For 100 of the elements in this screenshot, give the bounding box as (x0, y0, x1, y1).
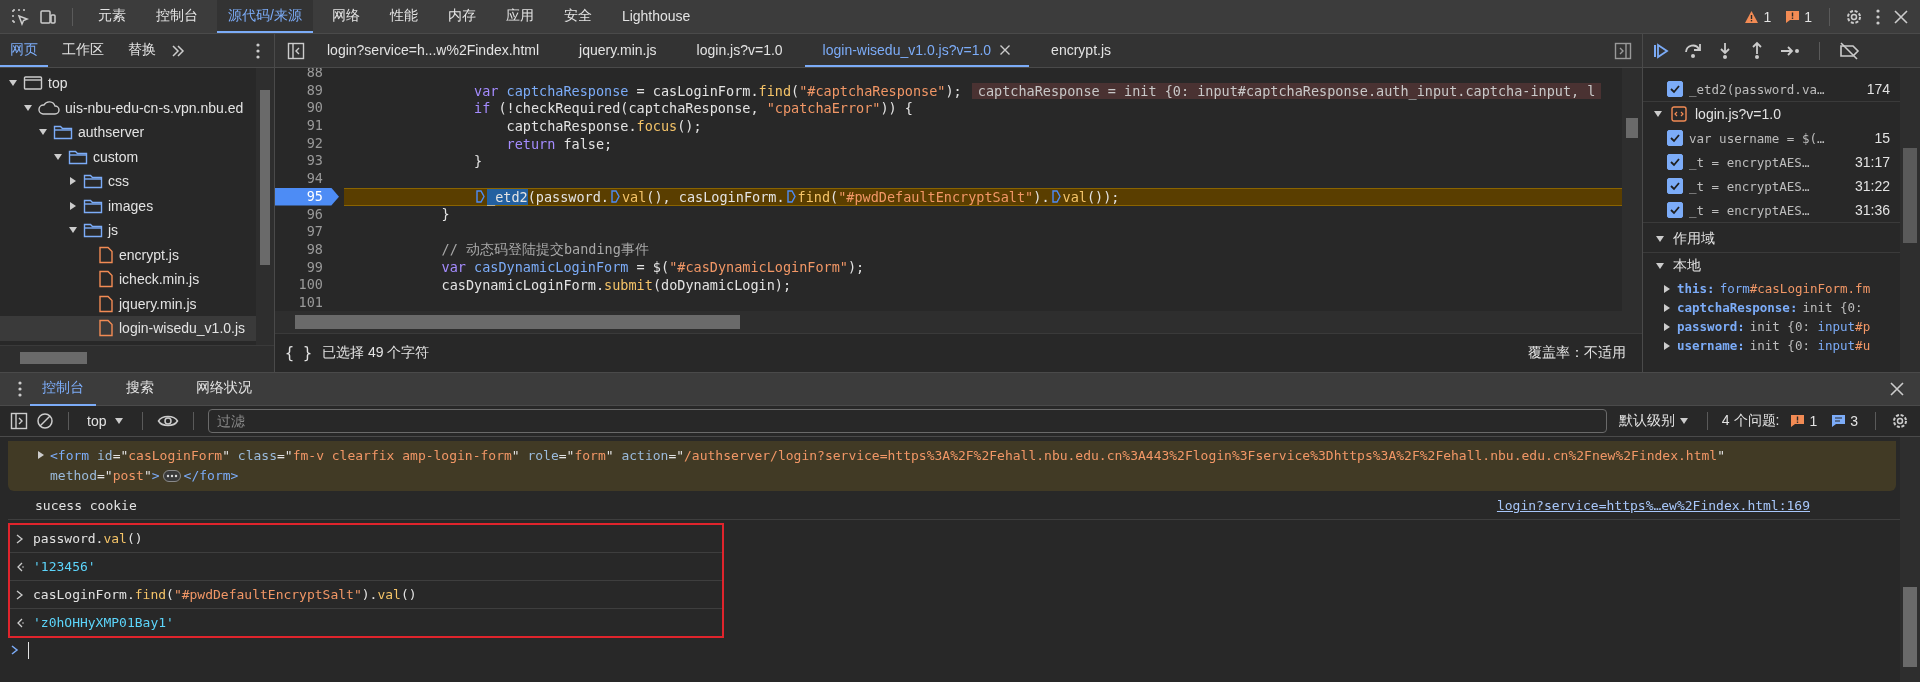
expanded-arrow-icon[interactable] (23, 102, 33, 113)
file-tree-item[interactable]: top (0, 71, 256, 96)
panel-tab[interactable]: 内存 (436, 0, 487, 33)
close-icon[interactable] (1888, 380, 1906, 398)
vertical-scrollbar[interactable] (1900, 437, 1920, 682)
file-tree-item[interactable]: login-wisedu_v1.0.js (0, 316, 256, 341)
more-tabs-icon[interactable] (170, 42, 186, 59)
sidebar-toggle-icon[interactable] (287, 41, 305, 60)
file-tree-item[interactable]: encrypt.js (0, 242, 256, 267)
breakpoint-checkbox[interactable] (1667, 130, 1683, 146)
breakpoint-checkbox[interactable] (1667, 154, 1683, 170)
horizontal-scrollbar[interactable] (0, 345, 274, 372)
line-number[interactable]: 96 (275, 205, 339, 224)
breakpoint-marker-icon[interactable] (476, 190, 486, 204)
line-number[interactable]: 90 (275, 99, 339, 118)
ellipsis-icon[interactable] (162, 470, 181, 482)
file-tree-item[interactable]: icheck.min.js (0, 267, 256, 292)
collapsed-arrow-icon[interactable] (1663, 321, 1672, 332)
filter-field[interactable]: 过滤 (208, 409, 1607, 433)
line-number[interactable]: 100 (275, 276, 339, 294)
line-number[interactable]: 93 (275, 152, 339, 171)
context-dropdown[interactable]: top (83, 413, 129, 429)
file-tree-item[interactable]: custom (0, 144, 256, 169)
close-icon[interactable] (1892, 7, 1910, 26)
navigator-tab[interactable]: 网页 (0, 34, 48, 67)
line-number[interactable]: 91 (275, 117, 339, 135)
collapsed-arrow-icon[interactable] (1663, 340, 1672, 351)
line-number[interactable]: 94 (275, 170, 339, 188)
sidebar-toggle-icon[interactable] (10, 412, 28, 430)
vertical-scrollbar[interactable] (256, 68, 274, 345)
panel-tab[interactable]: 应用 (494, 0, 545, 33)
expanded-arrow-icon[interactable] (1655, 234, 1665, 244)
expanded-arrow-icon[interactable] (1653, 109, 1663, 119)
scope-group-header[interactable]: 本地 (1643, 253, 1900, 279)
result-arrow-icon (15, 616, 25, 629)
settings-icon[interactable] (1890, 411, 1910, 431)
close-icon[interactable] (999, 43, 1012, 56)
file-tab[interactable]: login.js?v=1.0 (678, 34, 801, 67)
file-tree-label: js (108, 222, 119, 239)
pretty-print-button[interactable]: { } (285, 344, 313, 362)
issues-button[interactable]: 1 (1782, 8, 1815, 25)
breakpoint-marker-icon[interactable] (1051, 190, 1061, 204)
drawer-tab[interactable]: 控制台 (30, 372, 96, 406)
line-number[interactable]: 89 (275, 81, 339, 100)
panel-tab[interactable]: 控制台 (145, 0, 209, 33)
file-tree-item[interactable]: jquery.min.js (0, 291, 256, 316)
file-tab[interactable]: jquery.min.js (561, 34, 675, 67)
collapsed-arrow-icon[interactable] (68, 176, 78, 187)
navigator-tab[interactable]: 替换 (118, 34, 166, 67)
vertical-scrollbar[interactable] (1900, 68, 1920, 372)
collapsed-arrow-icon[interactable] (68, 200, 78, 211)
breakpoint-checkbox[interactable] (1667, 202, 1683, 218)
issues-errors-button[interactable]: 1 (1787, 413, 1821, 429)
panel-tab[interactable]: 性能 (378, 0, 429, 33)
panel-tab[interactable]: Lighthouse (610, 0, 702, 33)
scope-section-header[interactable]: 作用域 (1643, 226, 1900, 253)
drawer-tab[interactable]: 网络状况 (184, 372, 264, 406)
drawer-tab[interactable]: 搜索 (114, 372, 166, 406)
navigator-tab[interactable]: 工作区 (52, 34, 114, 67)
collapsed-arrow-icon[interactable] (1663, 302, 1672, 313)
issues-info-button[interactable]: 3 (1828, 413, 1861, 429)
horizontal-scrollbar[interactable] (275, 311, 1642, 333)
console-input-text: password.val() (33, 531, 143, 546)
line-number[interactable]: 99 (275, 258, 339, 277)
breakpoint-checkbox[interactable] (1667, 178, 1683, 194)
file-tree-item[interactable]: authserver (0, 120, 256, 145)
expanded-arrow-icon[interactable] (53, 151, 63, 162)
deactivate-breakpoints-icon[interactable] (1838, 40, 1860, 61)
breakpoint-checkbox[interactable] (1667, 81, 1683, 97)
panel-tab[interactable]: 网络 (320, 0, 371, 33)
html-element-code[interactable]: method="post"> </form> (50, 467, 239, 483)
file-tree-item[interactable]: images (0, 193, 256, 218)
clear-console-icon[interactable] (36, 412, 54, 430)
line-number[interactable]: 98 (275, 240, 339, 259)
collapsed-arrow-icon[interactable] (1663, 283, 1672, 294)
panel-tab[interactable]: 元素 (87, 0, 137, 33)
line-number[interactable]: 97 (275, 223, 339, 241)
warnings-button[interactable]: 1 (1741, 8, 1775, 25)
log-level-dropdown[interactable]: 默认级别 (1614, 412, 1693, 430)
file-tab[interactable]: login?service=h...w%2Findex.html (309, 34, 558, 67)
breakpoint-marker-icon[interactable] (610, 190, 620, 204)
file-tab[interactable]: encrypt.js (1033, 34, 1130, 67)
file-tree-label: icheck.min.js (119, 271, 200, 288)
line-number[interactable]: 92 (275, 134, 339, 153)
file-tree-item[interactable]: css (0, 169, 256, 194)
line-number[interactable]: 101 (275, 293, 339, 311)
source-link[interactable]: login?service=https%…ew%2Findex.html:169 (1496, 497, 1810, 513)
expanded-arrow-icon[interactable] (1655, 261, 1665, 271)
html-element-code[interactable]: <form id="casLoginForm" class="fm-v clearfix amp-login-form" role="form" action="/authserver/login?service=https%3A%2F%2Fehall.nbu.edu.cn%3A443%2Flogin%3Fservice%3Dhttps%3A%2F%2Fehall.nbu.edu.cn%2Fnew%2Findex.html" (50, 447, 1725, 463)
vertical-scrollbar[interactable] (1622, 68, 1642, 311)
breakpoint-marker-icon[interactable] (786, 190, 796, 204)
collapsed-arrow-icon[interactable] (36, 450, 46, 460)
file-tree-item[interactable]: js (0, 218, 256, 243)
file-tree-item[interactable]: uis-nbu-edu-cn-s.vpn.nbu.ed (0, 95, 256, 120)
panel-tab[interactable]: 源代码/来源 (217, 0, 313, 33)
file-tab[interactable]: login-wisedu_v1.0.js?v=1.0 (804, 34, 1030, 67)
inspect-element-icon[interactable] (10, 6, 30, 27)
sidebar-toggle-icon[interactable] (1614, 41, 1632, 60)
panel-tab[interactable]: 安全 (552, 0, 603, 33)
breakpoint-file-header[interactable]: login.js?v=1.0 (1643, 102, 1900, 126)
